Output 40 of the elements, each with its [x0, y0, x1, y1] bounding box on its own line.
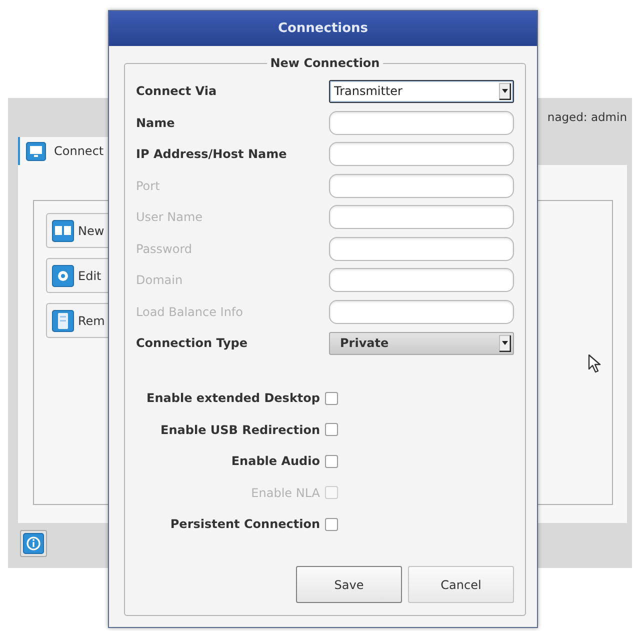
field-label: Port	[136, 178, 160, 194]
input-field[interactable]	[329, 142, 514, 166]
dropdown[interactable]: Transmitter	[329, 80, 514, 102]
caret-down-icon	[499, 82, 511, 100]
checkbox[interactable]	[325, 518, 338, 530]
checkbox-label: Enable Audio	[231, 453, 320, 470]
window-icon	[52, 220, 74, 242]
status-text: naged: admin	[547, 108, 627, 126]
mouse-pointer-icon	[588, 354, 603, 373]
field-label: Load Balance Info	[136, 304, 243, 320]
field-label: User Name	[136, 209, 203, 226]
field-label: Name	[136, 114, 175, 132]
toolbar-button[interactable]: New	[46, 213, 108, 248]
caret-down-icon	[499, 334, 511, 352]
toolbar-button[interactable]: Rem	[46, 303, 108, 338]
gear-icon	[52, 264, 74, 286]
dropdown[interactable]: Private	[329, 332, 514, 354]
checkbox[interactable]	[325, 454, 338, 468]
field-label: IP Address/Host Name	[136, 146, 287, 163]
dialog-title: Connections	[278, 20, 368, 38]
checkbox-label: Enable extended Desktop	[146, 390, 320, 407]
checkbox-label: Persistent Connection	[170, 516, 320, 533]
field-label: Domain	[136, 272, 183, 289]
field-label: Password	[136, 240, 192, 258]
info-icon	[23, 533, 44, 554]
dialog-button[interactable]: Cancel	[408, 566, 514, 603]
field-label: Connect Via	[136, 83, 217, 100]
dialog-button[interactable]: Save	[296, 566, 402, 603]
checkbox-label: Enable USB Redirection	[160, 422, 320, 438]
toolbar-button[interactable]: Edit	[46, 258, 108, 293]
checkbox[interactable]	[325, 392, 338, 404]
document-icon	[52, 310, 74, 332]
monitor-icon	[26, 142, 46, 160]
checkbox-label: Enable NLA	[251, 484, 320, 502]
group-title: New Connection	[269, 56, 381, 71]
checkbox[interactable]	[325, 423, 338, 436]
field-label: Connection Type	[136, 335, 248, 352]
tab[interactable]: Connect	[18, 137, 108, 165]
info-button[interactable]	[20, 530, 47, 557]
input-field[interactable]	[329, 110, 514, 134]
